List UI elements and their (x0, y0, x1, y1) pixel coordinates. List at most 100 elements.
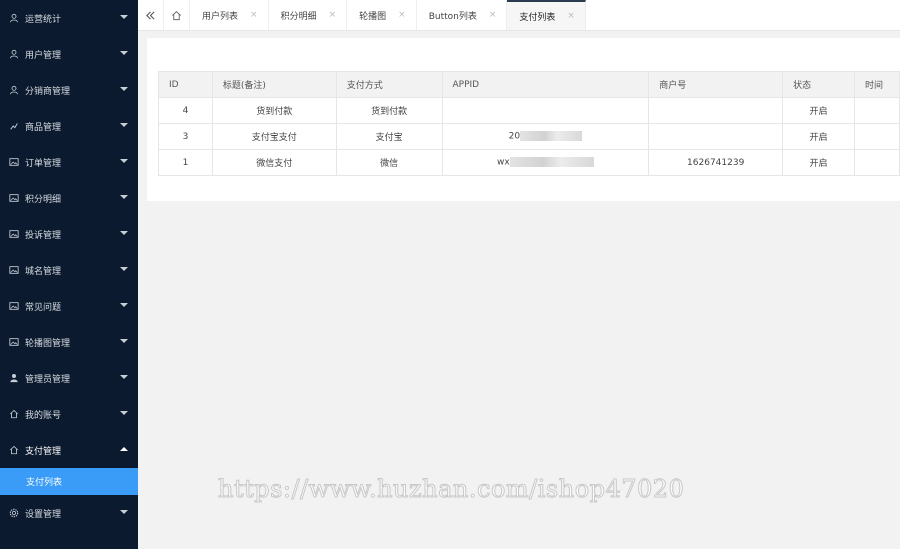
tab-2[interactable]: 轮播图 × (347, 0, 417, 30)
cell-id: 4 (158, 97, 213, 124)
home-icon (9, 445, 19, 455)
gear-icon (9, 508, 19, 518)
cell-merchant (648, 97, 784, 124)
caret-down-icon (120, 339, 128, 343)
column-header: 商户号 (648, 71, 784, 98)
image-icon (9, 229, 19, 239)
sidebar-item-5[interactable]: 积分明细 (0, 180, 138, 216)
image-icon (9, 193, 19, 203)
sidebar-item-0[interactable]: 运营统计 (0, 0, 138, 36)
sidebar-item-9[interactable]: 轮播图管理 (0, 324, 138, 360)
caret-down-icon (120, 195, 128, 199)
image-icon (9, 337, 19, 347)
caret-up-icon (120, 447, 128, 451)
cell-time (854, 149, 900, 176)
sidebar-item-4[interactable]: 订单管理 (0, 144, 138, 180)
close-icon[interactable]: × (398, 10, 406, 20)
sidebar-item-3[interactable]: 商品管理 (0, 108, 138, 144)
sidebar-menu: 运营统计用户管理分销商管理商品管理订单管理积分明细投诉管理城名管理常见问题轮播图… (0, 0, 138, 531)
sidebar-item-label: 商品管理 (25, 122, 62, 133)
cell-id: 1 (158, 149, 213, 176)
close-icon[interactable]: × (567, 11, 575, 21)
tab-3[interactable]: Button列表 × (417, 0, 508, 30)
cell-merchant: 1626741239 (648, 149, 784, 176)
sidebar-item-label: 运营统计 (25, 14, 62, 25)
sidebar-item-label: 设置管理 (25, 509, 62, 520)
caret-down-icon (120, 411, 128, 415)
home-tab-button[interactable] (164, 0, 190, 30)
content-card: ID 标题(备注) 支付方式 APPID 商户号 状态 时间 4 货到付款 货到付款 开启 3 支付宝… (147, 38, 900, 201)
cell-merchant (648, 123, 784, 150)
caret-down-icon (120, 231, 128, 235)
cell-method: 微信 (335, 149, 443, 176)
collapse-sidebar-button[interactable] (138, 0, 164, 30)
column-header: 支付方式 (335, 71, 443, 98)
image-icon (9, 157, 19, 167)
sidebar-item-label: 我的账号 (25, 410, 62, 421)
tab-label: 支付列表 (519, 12, 556, 23)
tab-label: 用户列表 (202, 11, 239, 22)
caret-down-icon (120, 87, 128, 91)
column-header: 时间 (854, 71, 900, 98)
sidebar-item-2[interactable]: 分销商管理 (0, 72, 138, 108)
sidebar-item-11[interactable]: 我的账号 (0, 396, 138, 432)
submenu-item-payment-list[interactable]: 支付列表 (0, 468, 138, 495)
sidebar-item-1[interactable]: 用户管理 (0, 36, 138, 72)
sidebar-item-label: 用户管理 (25, 50, 62, 61)
caret-down-icon (120, 303, 128, 307)
tab-1[interactable]: 积分明细 × (269, 0, 348, 30)
tabs: 用户列表 × 积分明细 × 轮播图 × Button列表 × 支付列表 × (190, 0, 586, 30)
table-row[interactable]: 1 微信支付 微信 wx 1626741239 开启 (158, 149, 900, 176)
sidebar-item-label: 轮播图管理 (25, 338, 71, 349)
cell-appid: 20 (441, 123, 650, 150)
caret-down-icon (120, 510, 128, 514)
masked-appid (509, 157, 594, 168)
close-icon[interactable]: × (489, 10, 497, 20)
cell-id: 3 (158, 123, 213, 150)
user-icon (9, 49, 19, 59)
cell-title: 支付宝支付 (211, 123, 337, 150)
caret-down-icon (120, 159, 128, 163)
watermark: https://www.huzhan.com/ishop47020 (217, 475, 685, 504)
table-header-row: ID 标题(备注) 支付方式 APPID 商户号 状态 时间 (158, 71, 900, 98)
close-icon[interactable]: × (329, 10, 337, 20)
cell-method: 支付宝 (335, 123, 443, 150)
appid-prefix: 20 (508, 131, 521, 142)
sidebar-item-label: 城名管理 (25, 266, 62, 277)
sidebar-item-6[interactable]: 投诉管理 (0, 216, 138, 252)
tab-label: 积分明细 (280, 11, 317, 22)
payment-table: ID 标题(备注) 支付方式 APPID 商户号 状态 时间 4 货到付款 货到付款 开启 3 支付宝… (158, 71, 900, 176)
column-header: ID (158, 71, 213, 98)
person-icon (9, 373, 19, 383)
tab-bar: 用户列表 × 积分明细 × 轮播图 × Button列表 × 支付列表 × (138, 0, 900, 31)
sidebar-item-label: 支付管理 (25, 446, 62, 457)
sidebar-item-label: 积分明细 (25, 194, 62, 205)
tab-label: 轮播图 (359, 11, 387, 22)
table-row[interactable]: 4 货到付款 货到付款 开启 (158, 97, 900, 124)
sidebar-item-12[interactable]: 支付管理 (0, 432, 138, 468)
user-icon (9, 13, 19, 23)
home-icon (9, 409, 19, 419)
image-icon (9, 301, 19, 311)
user-icon (9, 85, 19, 95)
sidebar-item-7[interactable]: 城名管理 (0, 252, 138, 288)
cell-method: 货到付款 (335, 97, 443, 124)
close-icon[interactable]: × (250, 10, 258, 20)
tab-0[interactable]: 用户列表 × (190, 0, 269, 30)
sidebar-item-10[interactable]: 管理员管理 (0, 360, 138, 396)
column-header: 标题(备注) (211, 71, 337, 98)
cell-title: 微信支付 (211, 149, 337, 176)
cell-appid: wx (441, 149, 650, 176)
cell-status: 开启 (782, 97, 855, 124)
sidebar-item-label: 常见问题 (25, 302, 62, 313)
table-body: 4 货到付款 货到付款 开启 3 支付宝支付 支付宝 20 开启 1 微信支付 微信 wx 1626741… (158, 97, 900, 176)
table-row[interactable]: 3 支付宝支付 支付宝 20 开启 (158, 123, 900, 150)
tab-4[interactable]: 支付列表 × (507, 0, 586, 30)
caret-down-icon (120, 51, 128, 55)
sidebar-item-13[interactable]: 设置管理 (0, 495, 138, 531)
double-chevron-left-icon (146, 10, 155, 20)
sidebar-item-8[interactable]: 常见问题 (0, 288, 138, 324)
sidebar-item-label: 订单管理 (25, 158, 62, 169)
appid-prefix: wx (497, 157, 510, 168)
submenu: 支付列表 (0, 468, 138, 495)
